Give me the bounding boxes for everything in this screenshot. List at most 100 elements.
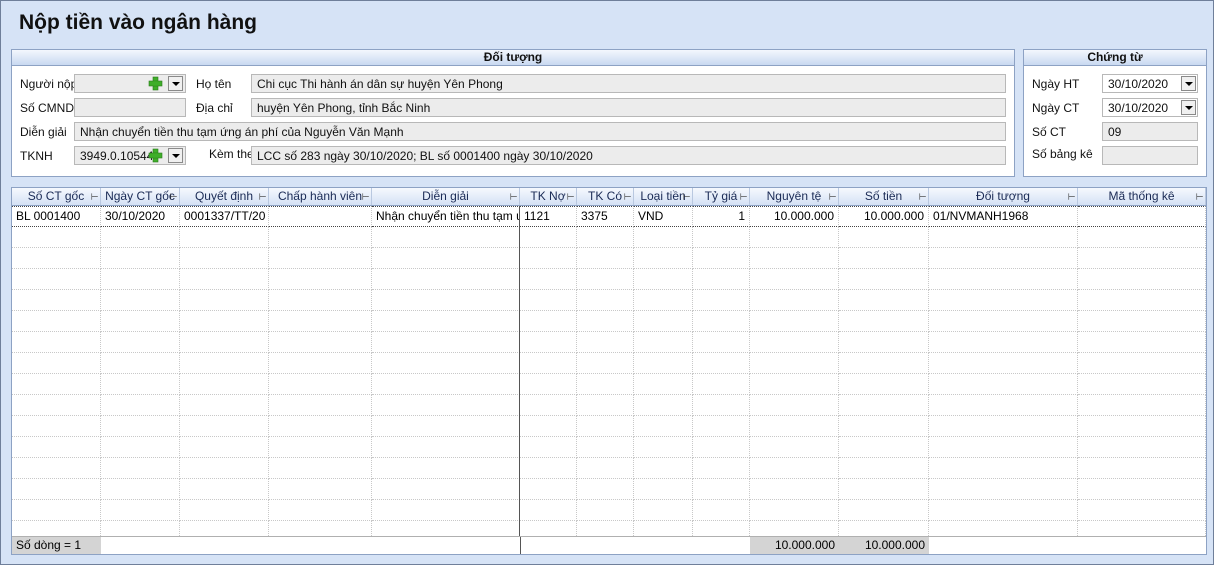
cell-ngay-ct-goc[interactable]: [101, 479, 180, 500]
cell-tk-no[interactable]: [520, 479, 577, 500]
pin-icon[interactable]: ⊥: [914, 193, 928, 201]
ho-ten-field[interactable]: Chi cục Thi hành án dân sự huyện Yên Pho…: [251, 74, 1006, 93]
cell-ty-gia[interactable]: [693, 395, 750, 416]
cell-ty-gia[interactable]: 1: [693, 206, 750, 227]
cell-dien-giai[interactable]: [372, 332, 520, 353]
cell-ngay-ct-goc[interactable]: [101, 374, 180, 395]
cell-so-tien[interactable]: [839, 458, 929, 479]
cell-chap-hanh-vien[interactable]: [269, 374, 372, 395]
cell-chap-hanh-vien[interactable]: [269, 311, 372, 332]
cell-tk-no[interactable]: [520, 458, 577, 479]
cell-quyet-dinh[interactable]: [180, 479, 269, 500]
cell-ngay-ct-goc[interactable]: [101, 458, 180, 479]
add-icon[interactable]: [148, 148, 163, 163]
cell-dien-giai[interactable]: [372, 374, 520, 395]
cell-chap-hanh-vien[interactable]: [269, 332, 372, 353]
cell-ma-thong-ke[interactable]: [1078, 500, 1206, 521]
cell-ngay-ct-goc[interactable]: [101, 437, 180, 458]
cell-so-ct-goc[interactable]: [12, 395, 101, 416]
pin-icon[interactable]: ⊥: [735, 193, 749, 201]
cell-so-tien[interactable]: [839, 311, 929, 332]
cell-tk-no[interactable]: [520, 395, 577, 416]
cell-so-ct-goc[interactable]: [12, 332, 101, 353]
column-header-tk-co[interactable]: TK Có ⊥: [577, 188, 634, 205]
data-grid[interactable]: Số CT gốc ⊥ Ngày CT gốc ⊥ Quyết định ⊥ Chấp hà…: [11, 187, 1207, 555]
cell-doi-tuong[interactable]: [929, 500, 1078, 521]
cell-tk-co[interactable]: [577, 311, 634, 332]
cell-tk-co[interactable]: 3375: [577, 206, 634, 227]
cell-loai-tien[interactable]: [634, 248, 693, 269]
cell-quyet-dinh[interactable]: [180, 290, 269, 311]
cell-chap-hanh-vien[interactable]: [269, 395, 372, 416]
tknh-dropdown-button[interactable]: [168, 148, 183, 163]
cell-tk-no[interactable]: [520, 332, 577, 353]
cell-ma-thong-ke[interactable]: [1078, 311, 1206, 332]
cell-dien-giai[interactable]: [372, 437, 520, 458]
pin-icon[interactable]: ⊥: [824, 193, 838, 201]
cell-nguyen-te[interactable]: [750, 395, 839, 416]
cell-ngay-ct-goc[interactable]: [101, 395, 180, 416]
cell-quyet-dinh[interactable]: [180, 311, 269, 332]
cell-tk-no[interactable]: [520, 269, 577, 290]
cell-so-tien[interactable]: [839, 269, 929, 290]
cell-ty-gia[interactable]: [693, 500, 750, 521]
cell-ma-thong-ke[interactable]: [1078, 416, 1206, 437]
pin-icon[interactable]: ⊥: [357, 193, 371, 201]
cell-quyet-dinh[interactable]: [180, 269, 269, 290]
cell-ngay-ct-goc[interactable]: [101, 227, 180, 248]
cell-tk-co[interactable]: [577, 458, 634, 479]
cell-so-tien[interactable]: [839, 416, 929, 437]
cell-tk-co[interactable]: [577, 374, 634, 395]
empty-row[interactable]: [12, 311, 1206, 332]
so-ct-field[interactable]: 09: [1102, 122, 1198, 141]
cell-tk-co[interactable]: [577, 290, 634, 311]
cell-loai-tien[interactable]: [634, 311, 693, 332]
cell-quyet-dinh[interactable]: [180, 248, 269, 269]
cell-chap-hanh-vien[interactable]: [269, 416, 372, 437]
cell-nguyen-te[interactable]: [750, 458, 839, 479]
cell-loai-tien[interactable]: [634, 500, 693, 521]
cell-ma-thong-ke[interactable]: [1078, 479, 1206, 500]
cell-dien-giai[interactable]: [372, 416, 520, 437]
cell-ngay-ct-goc[interactable]: [101, 248, 180, 269]
cell-tk-co[interactable]: [577, 437, 634, 458]
so-cmnd-field[interactable]: [74, 98, 186, 117]
cell-doi-tuong[interactable]: [929, 374, 1078, 395]
cell-loai-tien[interactable]: VND: [634, 206, 693, 227]
cell-ngay-ct-goc[interactable]: [101, 269, 180, 290]
cell-so-ct-goc[interactable]: [12, 248, 101, 269]
cell-ma-thong-ke[interactable]: [1078, 269, 1206, 290]
pin-icon[interactable]: ⊥: [619, 193, 633, 201]
empty-row[interactable]: [12, 395, 1206, 416]
cell-doi-tuong[interactable]: [929, 479, 1078, 500]
cell-tk-no[interactable]: [520, 227, 577, 248]
cell-doi-tuong[interactable]: 01/NVMANH1968: [929, 206, 1078, 227]
cell-quyet-dinh[interactable]: [180, 332, 269, 353]
cell-loai-tien[interactable]: [634, 437, 693, 458]
column-header-loai-tien[interactable]: Loại tiền ⊥: [634, 188, 693, 205]
cell-nguyen-te[interactable]: [750, 248, 839, 269]
cell-so-ct-goc[interactable]: [12, 437, 101, 458]
cell-tk-co[interactable]: [577, 479, 634, 500]
cell-so-tien[interactable]: [839, 332, 929, 353]
cell-doi-tuong[interactable]: [929, 353, 1078, 374]
cell-ngay-ct-goc[interactable]: [101, 290, 180, 311]
cell-ty-gia[interactable]: [693, 227, 750, 248]
cell-dien-giai[interactable]: [372, 353, 520, 374]
column-splitter[interactable]: [519, 206, 520, 554]
cell-tk-no[interactable]: [520, 437, 577, 458]
cell-dien-giai[interactable]: [372, 500, 520, 521]
cell-doi-tuong[interactable]: [929, 290, 1078, 311]
cell-quyet-dinh[interactable]: [180, 395, 269, 416]
cell-so-tien[interactable]: [839, 227, 929, 248]
cell-so-ct-goc[interactable]: BL 0001400: [12, 206, 101, 227]
cell-ma-thong-ke[interactable]: [1078, 332, 1206, 353]
cell-quyet-dinh[interactable]: [180, 227, 269, 248]
cell-chap-hanh-vien[interactable]: [269, 458, 372, 479]
cell-doi-tuong[interactable]: [929, 395, 1078, 416]
empty-row[interactable]: [12, 500, 1206, 521]
cell-so-ct-goc[interactable]: [12, 269, 101, 290]
so-bang-ke-field[interactable]: [1102, 146, 1198, 165]
cell-dien-giai[interactable]: [372, 269, 520, 290]
column-header-ty-gia[interactable]: Tỷ giá ⊥: [693, 188, 750, 205]
